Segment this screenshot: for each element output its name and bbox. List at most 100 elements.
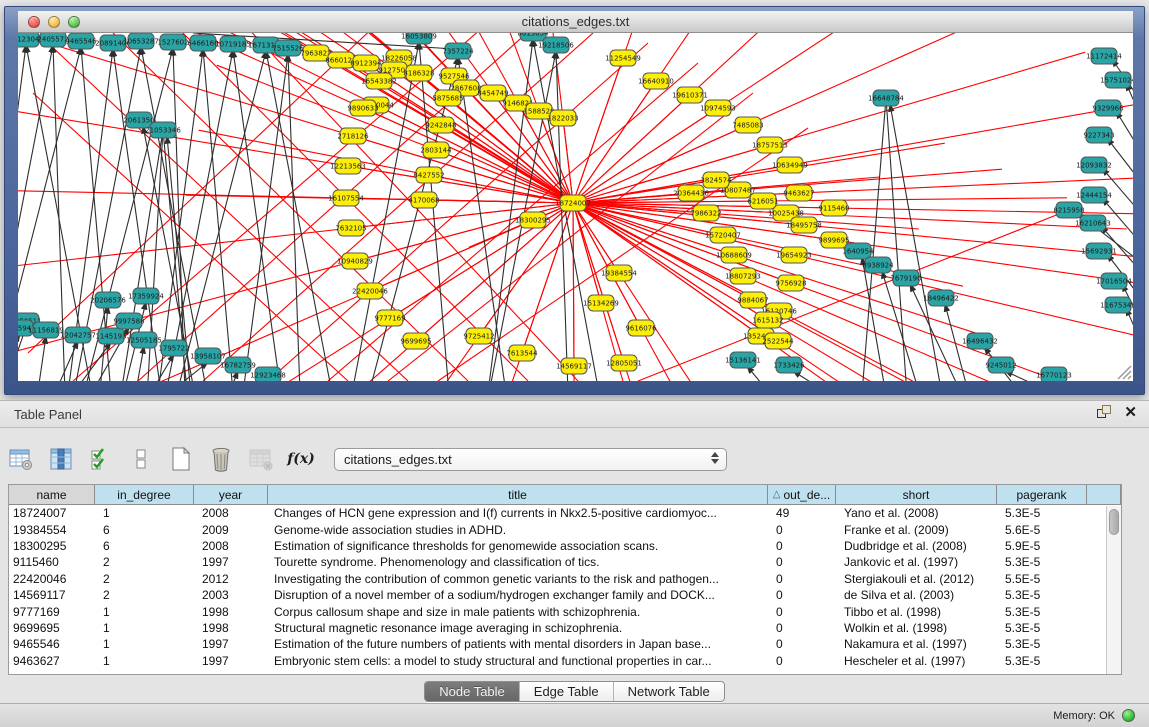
table-cell[interactable]: Genome-wide association studies in ADHD.	[268, 523, 768, 537]
network-node[interactable]: 9777169	[374, 310, 405, 326]
network-node[interactable]: 20206576	[90, 292, 126, 308]
network-node[interactable]: 15720407	[705, 227, 741, 243]
network-node[interactable]: 12805051	[606, 355, 642, 371]
delete-entries-trash-icon[interactable]	[208, 446, 234, 472]
network-node[interactable]: 9245012	[985, 357, 1016, 373]
table-cell[interactable]: 9699695	[9, 621, 95, 635]
network-node[interactable]: 12093832	[1076, 157, 1112, 173]
table-cell[interactable]: 1997	[194, 637, 268, 651]
table-cell[interactable]: 0	[768, 588, 836, 602]
table-cell[interactable]: Disruption of a novel member of a sodium…	[268, 588, 768, 602]
table-cell[interactable]: Investigating the contribution of common…	[268, 572, 768, 586]
network-node[interactable]: 9899695	[818, 232, 849, 248]
table-cell[interactable]: 0	[768, 605, 836, 619]
vertical-scrollbar[interactable]	[1106, 506, 1121, 674]
table-cell[interactable]: 5.3E-5	[997, 621, 1087, 635]
network-node[interactable]: 19218506	[538, 37, 574, 53]
table-cell[interactable]: 9777169	[9, 605, 95, 619]
table-cell[interactable]: 2009	[194, 523, 268, 537]
network-node[interactable]: 15134269	[583, 295, 619, 311]
table-row[interactable]: 1456911722003Disruption of a novel membe…	[9, 587, 1121, 603]
network-node[interactable]: 19384554	[601, 265, 637, 281]
table-cell[interactable]: Tourette syndrome. Phenomenology and cla…	[268, 555, 768, 569]
network-node[interactable]: 18807293	[725, 268, 761, 284]
table-cell[interactable]: 5.3E-5	[997, 506, 1087, 520]
column-header-name[interactable]: name	[9, 485, 95, 504]
network-node[interactable]: 2803144	[420, 142, 452, 158]
table-cell[interactable]: Stergiakouli et al. (2012)	[836, 572, 997, 586]
network-node[interactable]: 9242848	[425, 117, 456, 133]
network-node[interactable]: 16648784	[868, 90, 904, 106]
table-cell[interactable]: 1	[95, 605, 194, 619]
network-node[interactable]: 10940829	[337, 253, 373, 269]
network-node[interactable]: 15136141	[725, 352, 761, 368]
table-cell[interactable]: 5.3E-5	[997, 605, 1087, 619]
table-cell[interactable]: Hescheler et al. (1997)	[836, 654, 997, 668]
network-node[interactable]: 3824574	[700, 172, 732, 188]
table-row[interactable]: 911546021997Tourette syndrome. Phenomeno…	[9, 554, 1121, 570]
table-cell[interactable]: 5.3E-5	[997, 654, 1087, 668]
table-row[interactable]: 946554611997Estimation of the future num…	[9, 636, 1121, 652]
table-cell[interactable]: 0	[768, 539, 836, 553]
table-cell[interactable]: 22420046	[9, 572, 95, 586]
network-node[interactable]: 15692931	[1081, 243, 1117, 259]
network-node[interactable]: 10634949	[772, 157, 808, 173]
network-node[interactable]: 5875685	[432, 90, 463, 106]
network-window-titlebar[interactable]: citations_edges.txt	[18, 11, 1133, 33]
network-node[interactable]: 2405572	[37, 33, 68, 47]
network-table-selector[interactable]: citations_edges.txt	[334, 448, 727, 471]
network-node[interactable]: 7485083	[732, 117, 763, 133]
network-node[interactable]: 12213563	[330, 158, 366, 174]
network-node[interactable]: 7632105	[335, 220, 366, 236]
network-node[interactable]: 16053809	[401, 33, 437, 44]
table-cell[interactable]: 5.6E-5	[997, 523, 1087, 537]
tab-node-table[interactable]: Node Table	[425, 682, 520, 701]
table-cell[interactable]: 5.3E-5	[997, 637, 1087, 651]
deselect-all-icon[interactable]	[128, 446, 154, 472]
table-row[interactable]: 1830029562008Estimation of significance …	[9, 538, 1121, 554]
table-cell[interactable]: Nakamura et al. (1997)	[836, 637, 997, 651]
table-cell[interactable]: 49	[768, 506, 836, 520]
close-panel-icon[interactable]: ✕	[1124, 405, 1137, 420]
table-cell[interactable]: 9465546	[9, 637, 95, 651]
network-node[interactable]: 9725412	[463, 328, 494, 344]
table-cell[interactable]: 1998	[194, 621, 268, 635]
tab-network-table[interactable]: Network Table	[614, 682, 724, 701]
network-node[interactable]: 1615132	[752, 312, 783, 328]
float-panel-icon[interactable]	[1097, 405, 1112, 420]
network-node[interactable]: 16770123	[1036, 367, 1072, 381]
network-node[interactable]: 12505185	[126, 332, 162, 348]
network-node[interactable]: 8186328	[403, 65, 434, 81]
network-node[interactable]: 11172414	[1086, 48, 1122, 64]
table-settings-icon[interactable]	[8, 446, 34, 472]
new-table-icon[interactable]	[168, 446, 194, 472]
table-cell[interactable]: 0	[768, 523, 836, 537]
network-node[interactable]: 9463627	[783, 185, 814, 201]
network-node[interactable]: 16640910	[638, 73, 674, 89]
table-cell[interactable]: 14569117	[9, 588, 95, 602]
network-node[interactable]: 16107554	[328, 190, 364, 206]
canvas-resize-grip[interactable]	[1118, 366, 1131, 379]
table-cell[interactable]: 1	[95, 637, 194, 651]
table-cell[interactable]: 6	[95, 523, 194, 537]
network-node[interactable]: 1145193	[95, 328, 126, 344]
network-node[interactable]: 16210643	[1075, 215, 1111, 231]
network-canvas[interactable]: 7963822866012889123941822605891275058186…	[18, 33, 1133, 381]
table-cell[interactable]: 1	[95, 506, 194, 520]
table-cell[interactable]: 2	[95, 572, 194, 586]
network-node[interactable]: 18495758	[786, 217, 822, 233]
memory-status-indicator[interactable]	[1122, 709, 1135, 722]
network-node[interactable]: 9890633	[347, 100, 378, 116]
network-node[interactable]: 1822033	[547, 110, 578, 126]
network-node[interactable]: 9756928	[775, 275, 806, 291]
table-cell[interactable]: de Silva et al. (2003)	[836, 588, 997, 602]
table-cell[interactable]: Wolkin et al. (1998)	[836, 621, 997, 635]
select-columns-icon[interactable]	[48, 446, 74, 472]
table-cell[interactable]: 1998	[194, 605, 268, 619]
network-node[interactable]: 9884067	[737, 292, 768, 308]
column-header-pagerank[interactable]: pagerank	[997, 485, 1087, 504]
network-node[interactable]: 6466160	[187, 35, 218, 51]
table-row[interactable]: 1938455462009Genome-wide association stu…	[9, 521, 1121, 537]
table-cell[interactable]: 1	[95, 654, 194, 668]
column-header-in_degree[interactable]: in_degree	[95, 485, 194, 504]
